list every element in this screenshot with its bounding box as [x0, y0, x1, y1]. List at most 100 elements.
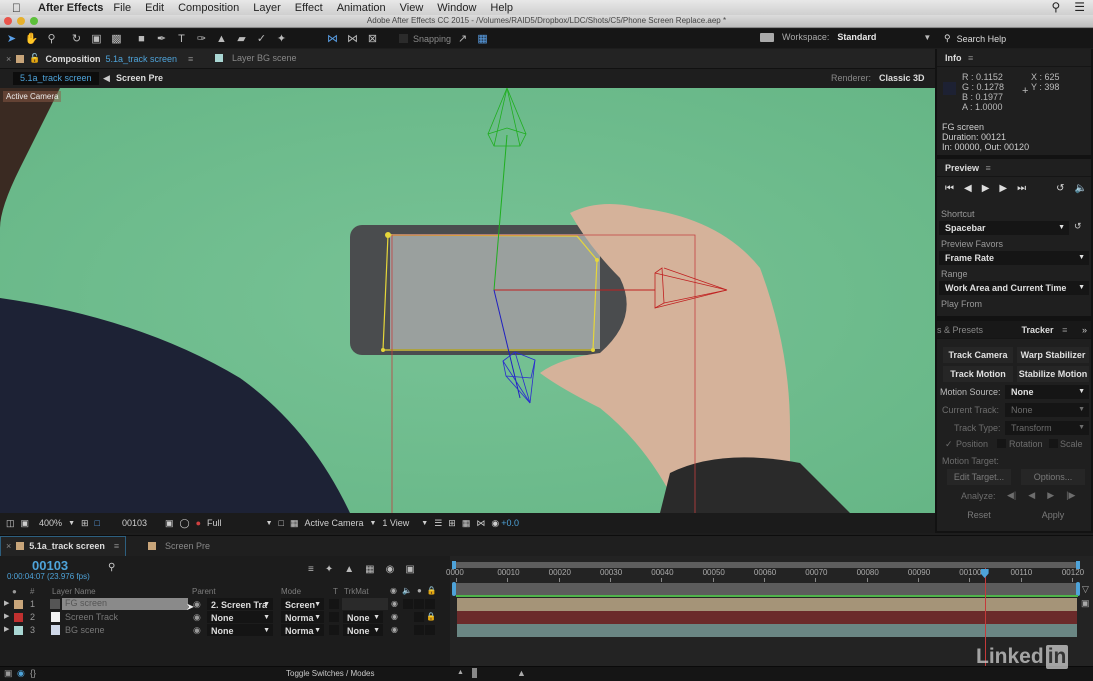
audio-icon[interactable]: 🔈 [1075, 183, 1087, 194]
frame-blending-icon[interactable]: ▦ [365, 564, 374, 575]
layer-name[interactable]: Screen Track [65, 612, 118, 622]
renderer-value[interactable]: Classic 3D [879, 73, 925, 83]
visibility-eye-icon[interactable]: ◉ [391, 625, 398, 634]
current-track-select[interactable]: None ▼ [1005, 403, 1089, 417]
menu-effect[interactable]: Effect [295, 2, 323, 14]
show-snapshot-icon[interactable]: ◯ [180, 518, 190, 529]
expand-arrow-icon[interactable]: ▶ [4, 599, 9, 607]
reset-button[interactable]: Reset [947, 507, 1011, 523]
view-axis-mode-icon[interactable]: ⊠ [364, 32, 381, 46]
composition-mini-flowchart-icon[interactable]: ≡ [308, 564, 314, 575]
previous-frame-icon[interactable]: ◀ [964, 183, 972, 194]
range-select[interactable]: Work Area and Current Time ▼ [939, 281, 1089, 295]
track-camera-button[interactable]: Track Camera [943, 347, 1013, 363]
chevron-down-icon[interactable]: ▼ [266, 520, 273, 527]
column-header-mode[interactable]: Mode [281, 587, 301, 596]
transparency-grid-icon[interactable]: ▦ [290, 518, 299, 529]
analyze-forward-one-frame-icon[interactable]: |▶ [1066, 490, 1075, 501]
search-help-input[interactable]: Search Help [957, 34, 1007, 44]
zoom-tool-icon[interactable]: ⚲ [43, 32, 60, 46]
shortcut-select[interactable]: Spacebar ▼ [939, 221, 1069, 235]
audio-switch[interactable] [403, 599, 413, 609]
blend-mode-select[interactable]: Norma ▼ [281, 624, 324, 636]
parent-select[interactable]: None ▼ [207, 611, 273, 623]
always-preview-icon[interactable]: ◫ [6, 518, 15, 529]
tab-effects-presets[interactable]: s & Presets [937, 325, 983, 335]
work-area-start-handle[interactable] [452, 582, 456, 596]
menu-view[interactable]: View [400, 2, 424, 14]
region-of-interest-icon[interactable]: □ [279, 518, 284, 528]
toggle-switches-modes-button[interactable]: Toggle Switches / Modes [286, 669, 375, 678]
keyboard-shortcut-icon[interactable] [760, 32, 774, 42]
flowchart-icon[interactable]: ⋈ [476, 518, 485, 529]
transfer-controls-icon[interactable]: ◉ [17, 668, 25, 679]
menu-layer[interactable]: Layer [253, 2, 281, 14]
options-button[interactable]: Options... [1021, 469, 1085, 485]
in-out-icon[interactable]: {} [30, 668, 36, 678]
preserve-transparency-switch[interactable] [329, 612, 339, 622]
apple-icon[interactable]:  [12, 1, 30, 15]
chevron-down-icon[interactable]: ▼ [421, 520, 428, 527]
clone-stamp-tool-icon[interactable]: ▲ [213, 32, 230, 46]
solo-switch[interactable] [414, 625, 424, 635]
last-frame-icon[interactable]: ⏭ [1017, 183, 1026, 194]
chevron-down-icon[interactable]: ▼ [923, 33, 931, 42]
type-tool-icon[interactable]: T [173, 32, 190, 46]
lock-icon[interactable]: 🔒 [426, 612, 436, 621]
column-header-layer-name[interactable]: Layer Name [52, 587, 96, 596]
track-matte-select[interactable]: None ▼ [343, 611, 383, 623]
snapshot-icon[interactable]: ▣ [165, 518, 174, 529]
preview-favors-select[interactable]: Frame Rate ▼ [939, 251, 1089, 265]
app-menu[interactable]: After Effects [38, 2, 103, 14]
layer-row[interactable]: ▶ 2 Screen Track ◉ None ▼ Norma ▼ None ▼ ◉ … [0, 611, 450, 624]
hide-shy-layers-icon[interactable]: ▲ [344, 564, 354, 575]
menu-file[interactable]: File [113, 2, 131, 14]
zoom-in-icon[interactable]: ▲ [517, 668, 526, 678]
layer-label-color[interactable] [14, 613, 23, 622]
close-icon[interactable]: × [6, 541, 11, 551]
layer-switches-icon[interactable]: ▣ [4, 668, 13, 679]
lock-switch[interactable] [425, 625, 435, 635]
lock-switch[interactable] [425, 599, 435, 609]
draft-3d-icon[interactable]: ✦ [325, 564, 333, 575]
spotlight-search-icon[interactable]: ⚲ [1051, 0, 1060, 15]
column-header-parent[interactable]: Parent [192, 587, 216, 596]
edit-target-button[interactable]: Edit Target... [947, 469, 1011, 485]
analyze-back-one-frame-icon[interactable]: ◀| [1007, 490, 1016, 501]
panel-menu-icon[interactable]: ≡ [968, 53, 973, 63]
camera-view-select[interactable]: Active Camera [304, 518, 363, 528]
column-header-trkmat[interactable]: TrkMat [344, 587, 369, 596]
apply-button[interactable]: Apply [1021, 507, 1085, 523]
menu-composition[interactable]: Composition [178, 2, 239, 14]
menu-help[interactable]: Help [490, 2, 513, 14]
comp-marker-icon[interactable]: ▽ [1082, 584, 1089, 595]
pick-whip-icon[interactable]: ◉ [193, 625, 201, 636]
timeline-icon[interactable]: ▦ [462, 518, 471, 529]
panel-menu-icon[interactable]: ≡ [1062, 325, 1067, 335]
menu-edit[interactable]: Edit [145, 2, 164, 14]
notification-list-icon[interactable]: ☰ [1074, 0, 1085, 15]
motion-blur-icon[interactable]: ◉ [386, 564, 395, 575]
scale-checkbox[interactable] [1049, 439, 1058, 448]
close-icon[interactable]: × [6, 54, 11, 64]
blend-mode-select[interactable]: Screen ▼ [281, 598, 324, 610]
work-area-end-handle[interactable] [1076, 582, 1080, 596]
time-ruler[interactable]: 0000 00010 00020 00030 00040 00050 00060 00070 0… [446, 568, 1093, 582]
solo-switch[interactable] [414, 612, 424, 622]
snap-feather-icon[interactable]: ↗ [454, 32, 471, 46]
tab-timeline-active[interactable]: 5.1a_track screen [29, 541, 105, 551]
rotation-checkbox[interactable] [997, 439, 1006, 448]
next-frame-icon[interactable]: ▶ [999, 183, 1007, 194]
zoom-out-icon[interactable]: ▲ [457, 669, 464, 676]
parent-select[interactable]: 2. Screen Tra ▼ [207, 598, 273, 610]
fast-previews-icon[interactable]: ⊞ [448, 518, 456, 529]
position-checkbox[interactable]: ✓ [945, 439, 953, 450]
snap-bounds-icon[interactable]: ▦ [474, 32, 491, 46]
tab-layer-bg-scene[interactable]: Layer BG scene [232, 53, 297, 63]
layer-label-color[interactable] [14, 600, 23, 609]
view-layout-select[interactable]: 1 View [382, 518, 409, 528]
warp-stabilizer-button[interactable]: Warp Stabilizer [1017, 347, 1089, 363]
menu-window[interactable]: Window [437, 2, 476, 14]
panel-menu-icon[interactable]: ≡ [986, 163, 991, 173]
solo-switch[interactable] [414, 599, 424, 609]
